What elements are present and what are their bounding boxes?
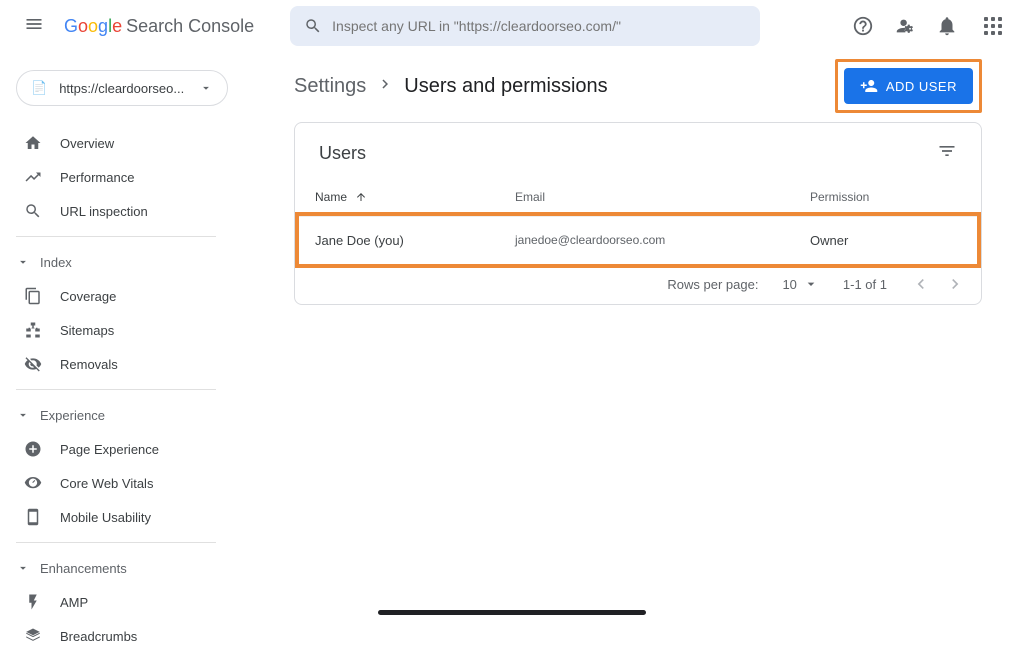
nav-url-inspection[interactable]: URL inspection (16, 194, 270, 228)
filter-icon[interactable] (937, 141, 957, 166)
chevron-right-icon (376, 75, 394, 98)
header: Google Search Console (0, 0, 1024, 52)
nav-breadcrumbs[interactable]: Breadcrumbs (16, 619, 216, 653)
chevron-down-icon (16, 561, 30, 575)
plus-circle-icon (24, 440, 42, 458)
highlight-annotation: Jane Doe (you) janedoe@cleardoorseo.com … (295, 212, 981, 268)
gauge-icon (24, 474, 42, 492)
chevron-down-icon (199, 81, 213, 95)
section-index[interactable]: Index (16, 245, 216, 279)
nav-core-web-vitals[interactable]: Core Web Vitals (16, 466, 216, 500)
person-add-icon (860, 77, 878, 95)
property-icon: 📄 (31, 80, 47, 96)
logo[interactable]: Google Search Console (64, 16, 254, 37)
sidebar: 📄 https://cleardoorseo... Overview Perfo… (0, 52, 270, 621)
visibility-off-icon (24, 355, 42, 373)
notifications-icon[interactable] (936, 15, 958, 37)
section-enhancements[interactable]: Enhancements (16, 551, 216, 585)
card-title: Users (319, 143, 366, 164)
nav-mobile-usability[interactable]: Mobile Usability (16, 500, 216, 534)
col-permission[interactable]: Permission (810, 190, 961, 204)
nav-sitemaps[interactable]: Sitemaps (16, 313, 216, 347)
nav-page-experience[interactable]: Page Experience (16, 432, 216, 466)
layers-icon (24, 627, 42, 645)
content: Settings Users and permissions ADD USER … (270, 52, 1002, 621)
property-selector[interactable]: 📄 https://cleardoorseo... (16, 70, 228, 106)
search-icon (304, 17, 322, 35)
property-label: https://cleardoorseo... (59, 81, 199, 96)
cell-name: Jane Doe (you) (315, 233, 515, 248)
url-inspect-input[interactable] (332, 18, 746, 34)
page-range: 1-1 of 1 (843, 277, 887, 292)
nav-removals[interactable]: Removals (16, 347, 216, 381)
mobile-icon (24, 508, 42, 526)
scroll-indicator (378, 610, 646, 615)
section-experience[interactable]: Experience (16, 398, 216, 432)
trend-icon (24, 168, 42, 186)
breadcrumb: Settings Users and permissions ADD USER (294, 62, 982, 110)
user-settings-icon[interactable] (894, 15, 916, 37)
chevron-down-icon (16, 408, 30, 422)
help-icon[interactable] (852, 15, 874, 37)
nav-overview[interactable]: Overview (16, 126, 270, 160)
app-name: Search Console (126, 16, 254, 37)
search-input[interactable] (290, 6, 760, 46)
prev-page-icon[interactable] (911, 274, 931, 294)
search-icon (24, 202, 42, 220)
chevron-down-icon (803, 276, 819, 292)
cell-permission: Owner (810, 233, 961, 248)
col-email[interactable]: Email (515, 190, 810, 204)
nav-amp[interactable]: AMP (16, 585, 216, 619)
paginator: Rows per page: 10 1-1 of 1 (295, 268, 981, 304)
table-row[interactable]: Jane Doe (you) janedoe@cleardoorseo.com … (299, 216, 977, 264)
add-user-button[interactable]: ADD USER (844, 68, 973, 104)
rows-per-page-label: Rows per page: (667, 277, 758, 292)
table-header: Name Email Permission (295, 172, 981, 212)
sitemap-icon (24, 321, 42, 339)
cell-email: janedoe@cleardoorseo.com (515, 233, 810, 248)
menu-icon[interactable] (16, 6, 52, 47)
nav-performance[interactable]: Performance (16, 160, 270, 194)
highlight-annotation: ADD USER (835, 59, 982, 113)
pages-icon (24, 287, 42, 305)
next-page-icon[interactable] (945, 274, 965, 294)
sort-up-icon (355, 191, 367, 203)
col-name[interactable]: Name (315, 190, 515, 204)
nav-coverage[interactable]: Coverage (16, 279, 216, 313)
bolt-icon (24, 593, 42, 611)
page-title: Users and permissions (404, 75, 607, 98)
rows-per-page-select[interactable]: 10 (782, 276, 818, 292)
apps-icon[interactable] (978, 11, 1008, 41)
home-icon (24, 134, 42, 152)
users-card: Users Name Email Permission Jane Doe (yo… (294, 122, 982, 305)
chevron-down-icon (16, 255, 30, 269)
breadcrumb-parent[interactable]: Settings (294, 75, 366, 98)
